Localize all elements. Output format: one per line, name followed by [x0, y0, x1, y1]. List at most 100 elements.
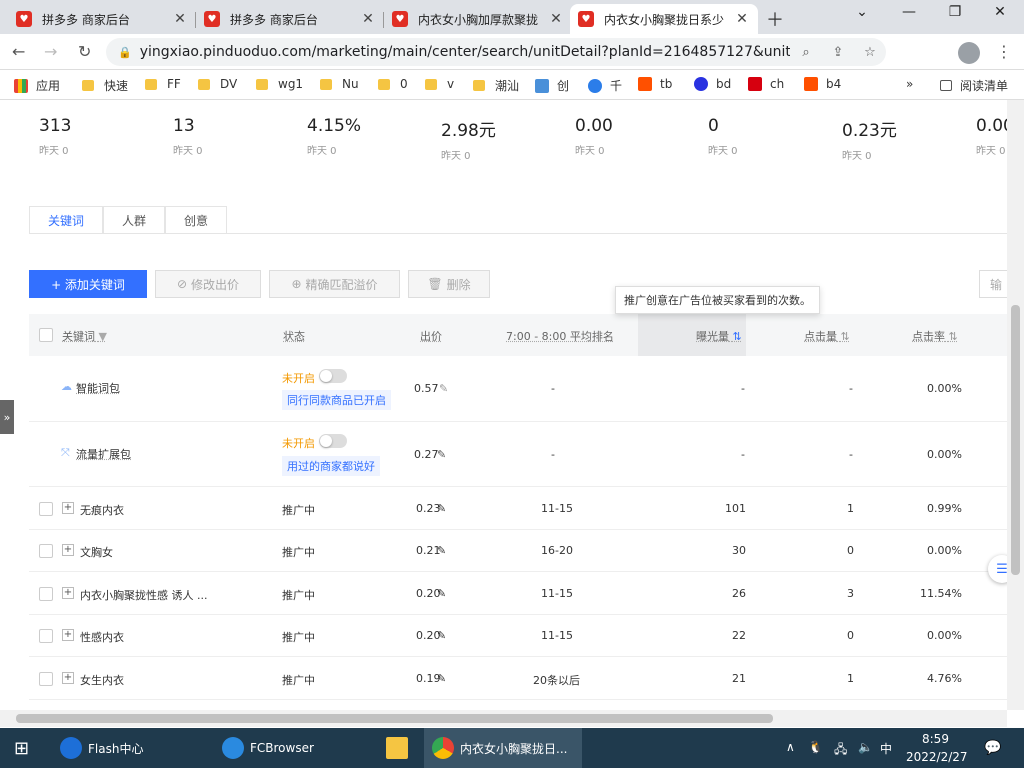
taskbar-item-explorer[interactable] [386, 728, 414, 768]
bookmark-folder[interactable]: 潮汕 [473, 77, 519, 94]
bookmark-apps[interactable]: 应用 [14, 77, 60, 94]
keyword-cell[interactable]: 文胸女 [80, 544, 113, 560]
window-close-icon[interactable]: ✕ [990, 4, 1010, 20]
notification-icon[interactable]: 💬 [984, 740, 1001, 756]
edit-icon[interactable]: ✎ [437, 502, 446, 515]
header-keyword[interactable]: 关键词 ▼ [62, 328, 107, 344]
expand-plus-icon[interactable]: + [62, 502, 74, 514]
browser-tab-active[interactable]: ♥ 内衣女小胸聚拢日系少 ✕ [570, 4, 758, 34]
taskbar-item-fcbrowser[interactable]: FCBrowser [222, 728, 314, 768]
tab-search-icon[interactable]: ⌄ [852, 4, 872, 20]
tab-keywords[interactable]: 关键词 [29, 206, 104, 234]
bookmark-folder[interactable]: 快速 [82, 77, 128, 94]
reading-list-button[interactable]: 阅读清单 [940, 77, 1008, 94]
exact-match-bid-button[interactable]: ⊕ 精确匹配溢价 [269, 270, 400, 298]
add-keyword-button[interactable]: + 添加关键词 [29, 270, 147, 298]
browser-tab[interactable]: ♥ 拼多多 商家后台 ✕ [8, 4, 196, 34]
header-clicks[interactable]: 点击量 ⇅ [804, 328, 850, 344]
new-tab-icon[interactable]: ＋ [766, 6, 784, 32]
bookmark-link[interactable]: tb [638, 77, 672, 91]
browser-menu-icon[interactable]: ⋮ [996, 42, 1012, 61]
windows-start-icon[interactable]: ⊞ [14, 728, 29, 768]
bookmark-link[interactable]: 创 [535, 77, 569, 94]
bookmark-link[interactable]: b4 [804, 77, 841, 91]
profile-avatar[interactable] [958, 42, 980, 64]
bookmarks-overflow-icon[interactable]: » [906, 77, 913, 91]
taskbar-item-flash[interactable]: Flash中心 [60, 728, 143, 768]
edit-icon[interactable]: ✎ [437, 672, 446, 685]
filter-icon[interactable]: ▼ [99, 330, 107, 343]
bookmark-link[interactable]: bd [694, 77, 731, 91]
expand-plus-icon[interactable]: + [62, 672, 74, 684]
keyword-cell[interactable]: 性感内衣 [80, 629, 124, 645]
url-field[interactable]: 🔒 yingxiao.pinduoduo.com/marketing/main/… [106, 38, 886, 66]
expand-plus-icon[interactable]: + [62, 629, 74, 641]
ime-indicator[interactable]: 中 [880, 740, 892, 757]
row-checkbox[interactable] [39, 502, 53, 516]
browser-tab[interactable]: ♥ 拼多多 商家后台 ✕ [196, 4, 384, 34]
close-icon[interactable]: ✕ [734, 11, 750, 27]
edit-icon[interactable]: ✎ [439, 382, 448, 395]
clock-date[interactable]: 2022/2/27 [906, 750, 968, 764]
sort-icon[interactable]: ⇅ [733, 330, 742, 343]
zoom-icon[interactable]: ⌕ [790, 45, 822, 60]
row-checkbox[interactable] [39, 629, 53, 643]
header-ctr[interactable]: 点击率 ⇅ [912, 328, 958, 344]
edit-icon[interactable]: ✎ [437, 629, 446, 642]
delete-button[interactable]: 🗑 删除 [408, 270, 490, 298]
expand-plus-icon[interactable]: + [62, 587, 74, 599]
edit-icon[interactable]: ✎ [437, 587, 446, 600]
modify-bid-button[interactable]: ⊘ 修改出价 [155, 270, 261, 298]
enable-toggle[interactable] [319, 434, 347, 448]
taskbar-item-chrome[interactable]: 内衣女小胸聚拢日... [424, 728, 582, 768]
edit-icon[interactable]: ✎ [437, 448, 446, 461]
bookmark-link[interactable]: 千 [588, 77, 622, 94]
restore-icon[interactable]: ❐ [945, 4, 965, 20]
close-icon[interactable]: ✕ [548, 11, 564, 27]
reload-icon[interactable]: ↻ [78, 42, 91, 61]
expand-plus-icon[interactable]: + [62, 544, 74, 556]
horizontal-scroll-thumb[interactable] [16, 714, 773, 723]
clock-time[interactable]: 8:59 [922, 732, 949, 746]
bookmark-folder[interactable]: FF [145, 77, 181, 91]
vertical-scrollbar[interactable] [1007, 100, 1024, 710]
keyword-cell[interactable]: 内衣小胸聚拢性感 诱人 ... [80, 587, 207, 603]
table-row[interactable]: + 性感内衣 推广中 0.20 ✎ 11-15 22 0 0.00% [29, 615, 1007, 657]
tray-expand-icon[interactable]: ∧ [786, 740, 795, 754]
keyword-cell[interactable]: 无痕内衣 [80, 502, 124, 518]
bookmark-folder[interactable]: 0 [378, 77, 408, 91]
back-icon[interactable]: ← [12, 42, 25, 61]
row-checkbox[interactable] [39, 587, 53, 601]
bookmark-star-icon[interactable]: ☆ [854, 45, 886, 60]
close-icon[interactable]: ✕ [172, 11, 188, 27]
minimize-icon[interactable]: — [899, 4, 919, 20]
horizontal-scrollbar[interactable] [0, 710, 1007, 727]
table-row[interactable]: + 文胸女 推广中 0.21 ✎ 16-20 30 0 0.00% [29, 530, 1007, 572]
edit-icon[interactable]: ✎ [437, 544, 446, 557]
tab-audience[interactable]: 人群 [103, 206, 166, 234]
vertical-scroll-thumb[interactable] [1011, 305, 1020, 575]
sort-icon[interactable]: ⇅ [949, 330, 958, 343]
share-icon[interactable]: ⇪ [822, 45, 854, 60]
bookmark-link[interactable]: ch [748, 77, 784, 91]
row-checkbox[interactable] [39, 672, 53, 686]
volume-icon[interactable]: 🔈 [858, 740, 873, 754]
qq-icon[interactable]: 🐧 [808, 740, 823, 754]
tab-creative[interactable]: 创意 [165, 206, 228, 234]
side-expand-tab[interactable]: » [0, 400, 14, 434]
keyword-search-input[interactable]: 输 [979, 270, 1007, 298]
keyword-cell[interactable]: 女生内衣 [80, 672, 124, 688]
bookmark-folder[interactable]: wg1 [256, 77, 303, 91]
bookmark-folder[interactable]: v [425, 77, 454, 91]
header-impressions[interactable]: 曝光量 ⇅ [696, 328, 742, 344]
network-icon[interactable]: 🖧 [834, 740, 847, 761]
sort-icon[interactable]: ⇅ [841, 330, 850, 343]
browser-tab[interactable]: ♥ 内衣女小胸加厚款聚拢 ✕ [384, 4, 572, 34]
close-icon[interactable]: ✕ [360, 11, 376, 27]
enable-toggle[interactable] [319, 369, 347, 383]
table-row[interactable]: + 无痕内衣 推广中 0.23 ✎ 11-15 101 1 0.99% [29, 487, 1007, 530]
bookmark-folder[interactable]: DV [198, 77, 237, 91]
select-all-checkbox[interactable] [39, 328, 53, 342]
url-text[interactable]: yingxiao.pinduoduo.com/marketing/main/ce… [140, 44, 790, 60]
bookmark-folder[interactable]: Nu [320, 77, 359, 91]
